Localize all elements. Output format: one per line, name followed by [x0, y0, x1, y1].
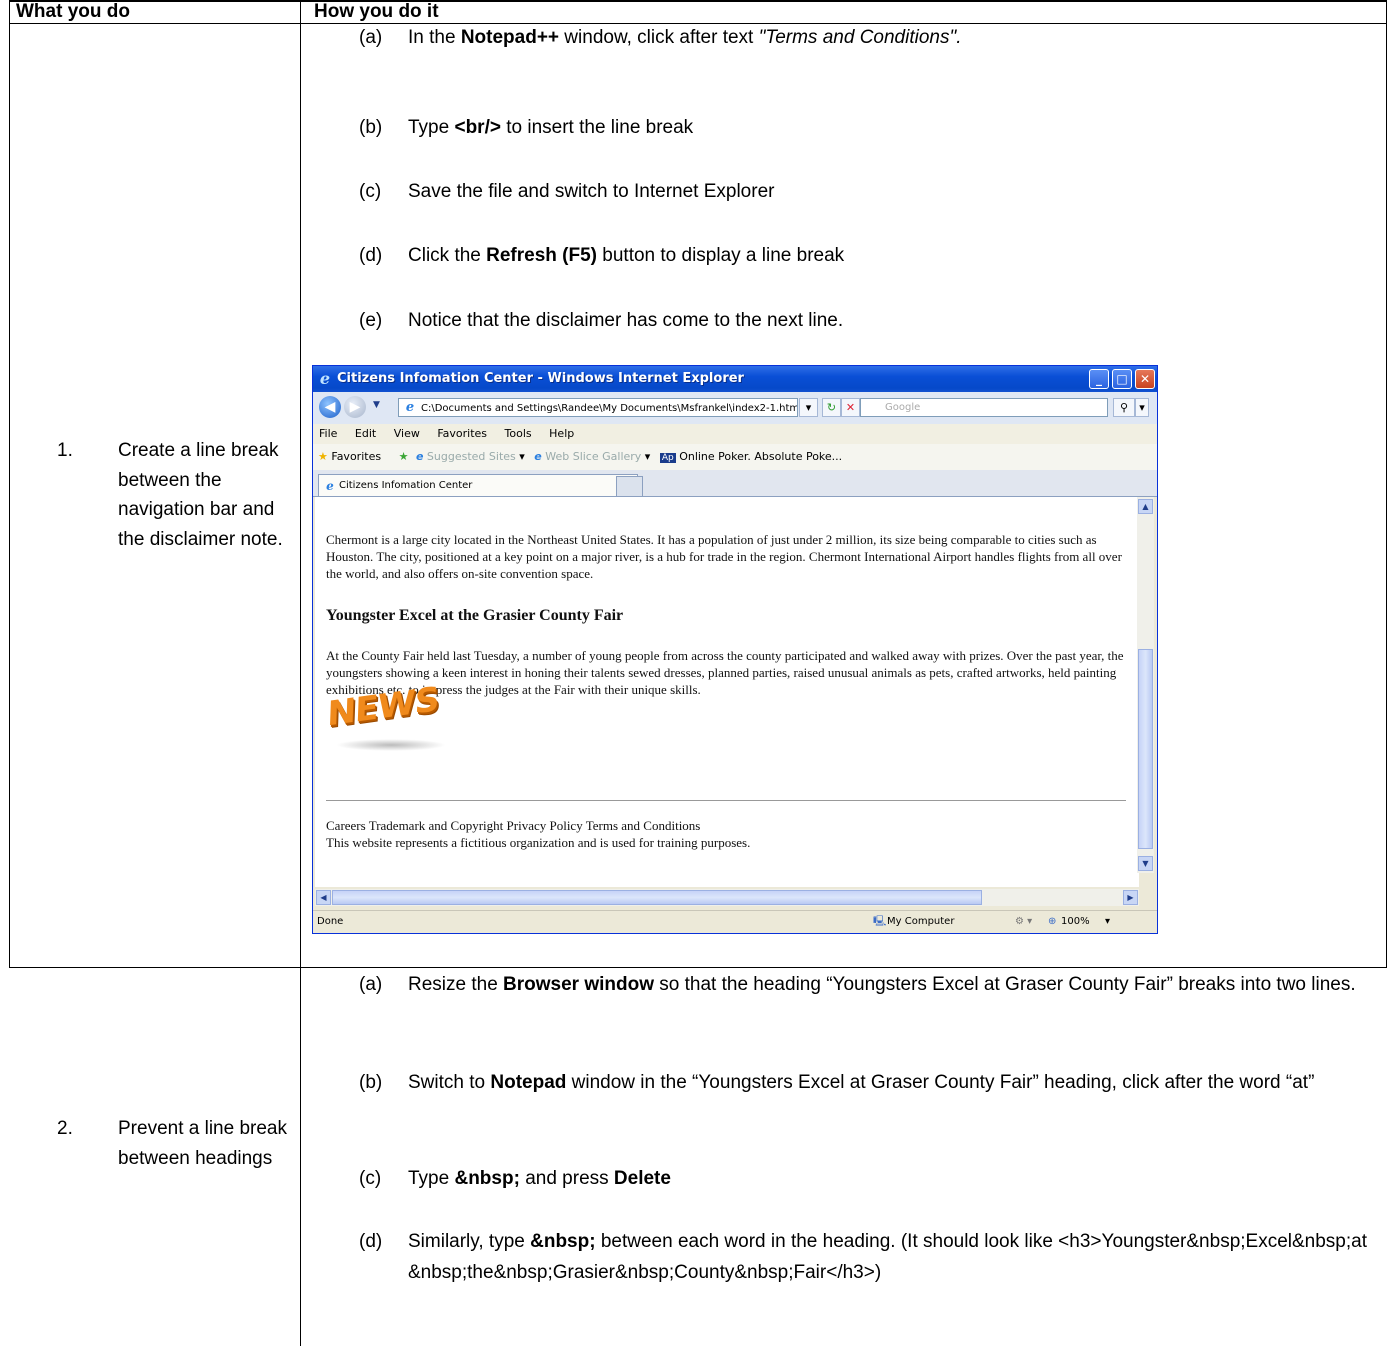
menu-edit[interactable]: Edit — [355, 427, 376, 440]
ie-title: Citizens Infomation Center - Windows Int… — [337, 371, 744, 386]
footer-divider — [326, 800, 1126, 801]
table-left-border — [9, 0, 10, 968]
scroll-left-button[interactable]: ◀ — [316, 890, 331, 905]
tab-page-icon: e — [326, 479, 334, 493]
disclaimer: This website represents a fictitious org… — [326, 835, 751, 850]
maximize-button[interactable]: □ — [1112, 369, 1132, 389]
news-image: NEWS — [326, 680, 456, 759]
back-icon[interactable]: ◀ — [319, 396, 341, 418]
status-text: Done — [317, 916, 344, 927]
header-what: What you do — [16, 1, 130, 22]
address-toolbar: ◀ ▶ ▼ e C:\Documents and Settings\Randee… — [313, 392, 1157, 424]
menu-favorites[interactable]: Favorites — [437, 427, 487, 440]
fair-paragraph: At the County Fair held last Tuesday, a … — [326, 648, 1124, 697]
computer-icon: 🖳 — [873, 916, 887, 927]
web-slice-icon: e — [534, 450, 542, 463]
refresh-icon[interactable]: ↻ — [822, 398, 841, 417]
news-image-shadow — [336, 739, 446, 751]
zoom-dropdown-icon[interactable]: ▾ — [1105, 911, 1110, 933]
table-top-border — [9, 0, 1387, 2]
zoom-level[interactable]: 100% — [1061, 911, 1090, 933]
address-dropdown-button[interactable]: ▾ — [799, 398, 818, 417]
vertical-scrollbar[interactable]: ▲ ▼ — [1137, 497, 1154, 873]
task-2-number: 2. — [57, 1118, 73, 1139]
poker-link[interactable]: Online Poker. Absolute Poke... — [679, 450, 842, 463]
scroll-right-button[interactable]: ▶ — [1123, 890, 1138, 905]
ie-title-bar: e Citizens Infomation Center - Windows I… — [313, 366, 1157, 392]
ie-screenshot: e Citizens Infomation Center - Windows I… — [312, 365, 1158, 934]
scroll-down-button[interactable]: ▼ — [1138, 856, 1153, 871]
status-bar: Done 🖳 My Computer ⚙ ▾ ⊕ 100% ▾ — [313, 910, 1157, 933]
horizontal-scroll-thumb[interactable] — [332, 890, 982, 905]
add-favorite-icon[interactable]: ★ — [399, 450, 409, 463]
page-icon: e — [405, 400, 415, 415]
tab-row: e Citizens Infomation Center — [313, 470, 1157, 497]
forward-icon[interactable]: ▶ — [344, 396, 366, 418]
stop-icon[interactable]: ✕ — [841, 398, 860, 417]
page-content: Chermont is a large city located in the … — [315, 497, 1139, 887]
poker-site-icon: Ap — [659, 453, 676, 463]
suggested-sites-link[interactable]: Suggested Sites — [427, 450, 516, 463]
footer-links[interactable]: Careers Trademark and Copyright Privacy … — [326, 817, 1126, 834]
task-1-text: Create a line break between the navigati… — [118, 440, 283, 550]
new-tab-button[interactable] — [616, 476, 643, 496]
table-right-border — [1386, 0, 1387, 968]
menu-view[interactable]: View — [394, 427, 420, 440]
vertical-scroll-thumb[interactable] — [1138, 649, 1153, 849]
horizontal-scrollbar[interactable]: ◀ ▶ — [315, 889, 1139, 906]
column-divider — [300, 0, 301, 1346]
search-options-button[interactable]: ▾ — [1135, 398, 1149, 417]
zoom-icon[interactable]: ⊕ — [1048, 911, 1056, 933]
task-2-text: Prevent a line break between headings — [118, 1118, 287, 1169]
row1-bottom-border — [9, 967, 1387, 968]
menu-file[interactable]: File — [319, 427, 337, 440]
menu-tools[interactable]: Tools — [505, 427, 532, 440]
close-button[interactable]: ✕ — [1135, 369, 1155, 389]
search-input[interactable]: Google — [860, 398, 1108, 417]
ie-logo-icon: e — [319, 369, 331, 388]
intro-paragraph: Chermont is a large city located in the … — [326, 532, 1122, 581]
menu-bar: File Edit View Favorites Tools Help — [313, 424, 1157, 444]
header-how: How you do it — [314, 1, 439, 22]
favorites-bar: ★ Favorites ★ e Suggested Sites ▾ e Web … — [313, 444, 1157, 470]
suggested-sites-icon: e — [415, 450, 424, 463]
tab-citizens[interactable]: e Citizens Infomation Center — [318, 474, 638, 496]
history-dropdown-icon[interactable]: ▼ — [373, 400, 380, 410]
zone-label: My Computer — [887, 916, 955, 927]
web-slice-gallery-link[interactable]: Web Slice Gallery — [545, 450, 641, 463]
minimize-button[interactable]: _ — [1089, 369, 1109, 389]
address-field[interactable]: e C:\Documents and Settings\Randee\My Do… — [398, 398, 798, 417]
favorites-button[interactable]: Favorites — [331, 450, 381, 463]
news-image-text: NEWS — [326, 679, 440, 735]
menu-help[interactable]: Help — [549, 427, 574, 440]
star-icon: ★ — [318, 450, 328, 463]
search-icon[interactable]: ⚲ — [1113, 398, 1135, 417]
fair-heading: Youngster Excel at the Grasier County Fa… — [326, 607, 624, 624]
protected-mode-icon[interactable]: ⚙ ▾ — [1015, 911, 1032, 933]
task-1-number: 1. — [57, 440, 73, 461]
scroll-up-button[interactable]: ▲ — [1138, 499, 1153, 514]
